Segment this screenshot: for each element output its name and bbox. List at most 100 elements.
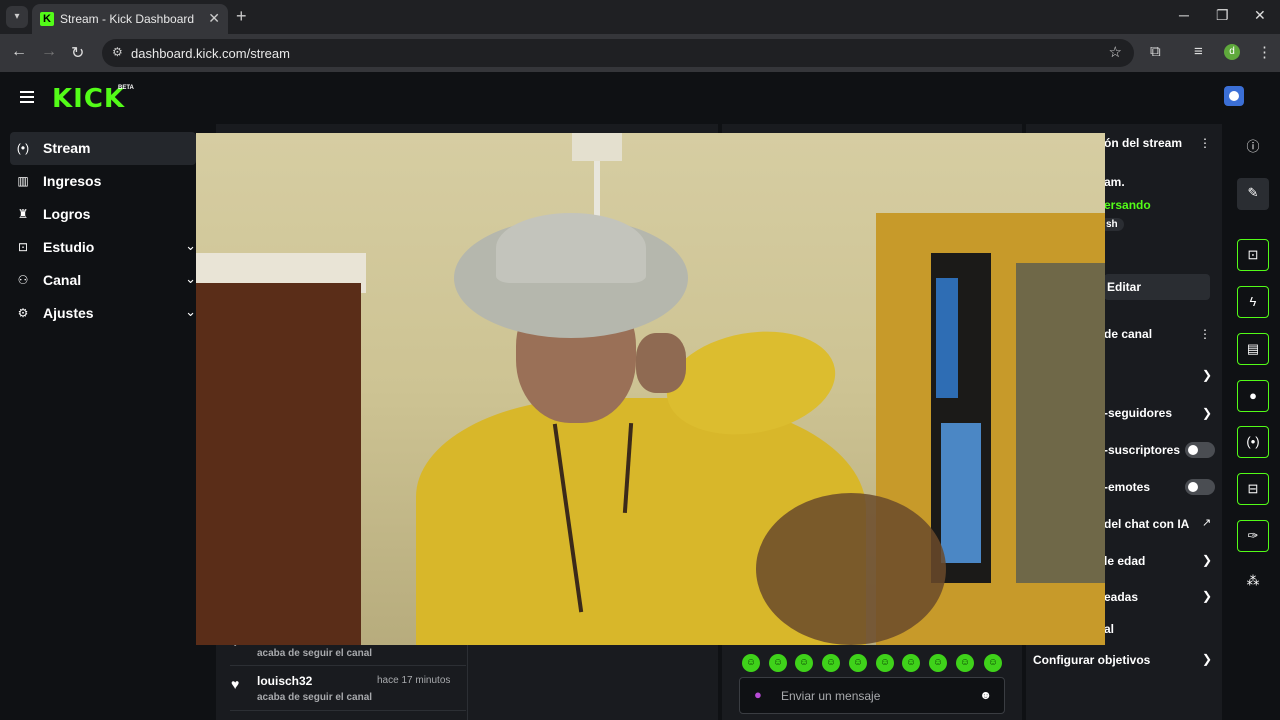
menu-icon[interactable] (20, 91, 34, 106)
gear-icon: ⚙ (17, 306, 29, 320)
microphone-icon[interactable]: ● (754, 687, 762, 702)
emote-icon[interactable]: ☺ (822, 654, 840, 672)
sidebar-item-logros[interactable]: ♜ Logros (10, 198, 196, 231)
kick-logo[interactable]: KICK (52, 84, 125, 114)
emotes-only-toggle[interactable] (1185, 479, 1215, 495)
sidebar-item-canal[interactable]: ⚇ Canal ⌄ (10, 264, 196, 297)
wrench-icon[interactable]: ✑ (1237, 520, 1269, 552)
sidebar-item-estudio[interactable]: ⊡ Estudio ⌄ (10, 231, 196, 264)
video-outlet (572, 133, 622, 161)
emoji-picker-icon[interactable]: ☻ (979, 688, 992, 702)
video-book (936, 278, 958, 398)
emote-icon[interactable]: ☺ (956, 654, 974, 672)
video-cord (594, 161, 600, 221)
media-controls-icon[interactable]: ≡ (1194, 43, 1203, 60)
browser-menu-icon[interactable]: ⋮ (1257, 43, 1272, 61)
feed-subtext: acaba de seguir el canal (257, 692, 373, 703)
edit-button[interactable]: Editar (1104, 274, 1210, 300)
video-book (941, 423, 981, 563)
more-options-icon[interactable]: ⋮ (1199, 327, 1211, 341)
edit-button-label: Editar (1107, 280, 1142, 294)
profile-avatar[interactable]: d (1224, 44, 1240, 60)
chevron-right-icon[interactable]: ❯ (1202, 589, 1212, 603)
sidebar-item-label: Ingresos (43, 173, 102, 189)
url-text: dashboard.kick.com/stream (131, 46, 290, 61)
emotes-only-label: -emotes (1104, 480, 1151, 494)
emote-icon[interactable]: ☺ (902, 654, 920, 672)
stream-info-title: ón del stream (1104, 136, 1183, 150)
layout-icon[interactable]: ⊟ (1237, 473, 1269, 505)
add-widget-icon[interactable]: ⁂ (1237, 566, 1269, 598)
new-tab-icon[interactable]: + (236, 6, 247, 27)
capture-icon[interactable]: ⊡ (1237, 239, 1269, 271)
close-window-icon[interactable]: ✕ (1254, 7, 1266, 24)
sidebar-item-ajustes[interactable]: ⚙ Ajustes ⌄ (10, 297, 196, 330)
feed-username[interactable]: louisch32 (257, 674, 312, 688)
heart-icon: ♥ (231, 676, 240, 692)
stream-title-text: am. (1104, 175, 1125, 189)
feed-subtext: acaba de seguir el canal (257, 648, 373, 659)
chat-message-input[interactable]: ● Enviar un mensaje ☻ (739, 677, 1005, 714)
sidebar-item-ingresos[interactable]: ▥ Ingresos (10, 165, 196, 198)
site-info-icon[interactable]: ⚙ (112, 45, 123, 59)
sidebar-item-label: Ajustes (43, 305, 94, 321)
tab-title: Stream - Kick Dashboard (60, 12, 195, 26)
trophy-icon: ♜ (17, 207, 29, 221)
sidebar-item-label: Stream (43, 140, 91, 156)
chevron-down-icon[interactable]: ⌄ (185, 271, 196, 287)
channel-icon: ⚇ (17, 273, 29, 287)
chevron-right-icon[interactable]: ❯ (1202, 553, 1212, 567)
reload-icon[interactable]: ↻ (71, 43, 84, 63)
age-label: le edad (1104, 554, 1146, 568)
feed-divider (230, 710, 466, 711)
lightning-icon[interactable]: ϟ (1237, 286, 1269, 318)
stream-icon: (•) (16, 141, 30, 155)
sidebar-nav: (•) Stream ▥ Ingresos ♜ Logros ⊡ Estudio… (0, 132, 200, 330)
emote-icon[interactable]: ☺ (984, 654, 1002, 672)
configure-goals-label[interactable]: Configurar objetivos (1033, 653, 1150, 667)
emote-icon[interactable]: ☺ (795, 654, 813, 672)
stream-category-link[interactable]: ersando (1104, 198, 1151, 212)
emote-bar: ☺ ☺ ☺ ☺ ☺ ☺ ☺ ☺ ☺ ☺ (740, 654, 1010, 674)
chevron-down-icon[interactable]: ⌄ (185, 304, 196, 320)
tab-search-dropdown[interactable]: ▾ (6, 6, 28, 28)
chat-bubble-icon[interactable]: ● (1237, 380, 1269, 412)
sidebar-item-label: Logros (43, 206, 91, 222)
sidebar-item-stream[interactable]: (•) Stream (10, 132, 196, 165)
external-link-icon[interactable]: ↗ (1202, 516, 1211, 529)
chevron-right-icon[interactable]: ❯ (1202, 406, 1212, 420)
emote-icon[interactable]: ☺ (876, 654, 894, 672)
info-icon[interactable]: ⓘ (1237, 132, 1269, 164)
emote-icon[interactable]: ☺ (849, 654, 867, 672)
bar-chart-icon: ▥ (17, 174, 29, 188)
minimize-icon[interactable]: ─ (1179, 7, 1189, 23)
forward-icon[interactable]: → (41, 43, 57, 61)
chevron-right-icon[interactable]: ❯ (1202, 368, 1212, 382)
browser-tab-active[interactable]: K Stream - Kick Dashboard ✕ (32, 4, 228, 34)
sidebar-item-label: Canal (43, 272, 82, 288)
browser-tabbar: ▾ K Stream - Kick Dashboard ✕ + ─ ❐ ✕ (0, 0, 1280, 34)
broadcast-icon[interactable]: (•) (1237, 426, 1269, 458)
back-icon[interactable]: ← (11, 43, 27, 61)
bookmark-star-icon[interactable]: ☆ (1109, 43, 1122, 61)
user-avatar[interactable] (1224, 86, 1244, 106)
address-bar[interactable]: ⚙ dashboard.kick.com/stream ☆ (102, 39, 1134, 67)
feed-column-divider (467, 644, 468, 720)
emote-icon[interactable]: ☺ (929, 654, 947, 672)
subscribers-only-toggle[interactable] (1185, 442, 1215, 458)
maximize-icon[interactable]: ❐ (1216, 7, 1229, 24)
chevron-right-icon[interactable]: ❯ (1202, 652, 1212, 666)
more-options-icon[interactable]: ⋮ (1199, 136, 1211, 150)
tab-close-icon[interactable]: ✕ (208, 10, 220, 27)
partial-label: al (1104, 622, 1115, 636)
video-motion-blur (756, 493, 946, 645)
emote-icon[interactable]: ☺ (769, 654, 787, 672)
subscribers-only-label: -suscriptores (1104, 443, 1181, 457)
kick-favicon: K (40, 12, 54, 26)
chevron-down-icon[interactable]: ⌄ (185, 238, 196, 254)
followers-only-label: -seguidores (1104, 406, 1173, 420)
emote-icon[interactable]: ☺ (742, 654, 760, 672)
edit-pencil-icon[interactable]: ✎ (1237, 178, 1269, 210)
document-icon[interactable]: ▤ (1237, 333, 1269, 365)
extensions-icon[interactable]: ⧉ (1150, 43, 1161, 60)
